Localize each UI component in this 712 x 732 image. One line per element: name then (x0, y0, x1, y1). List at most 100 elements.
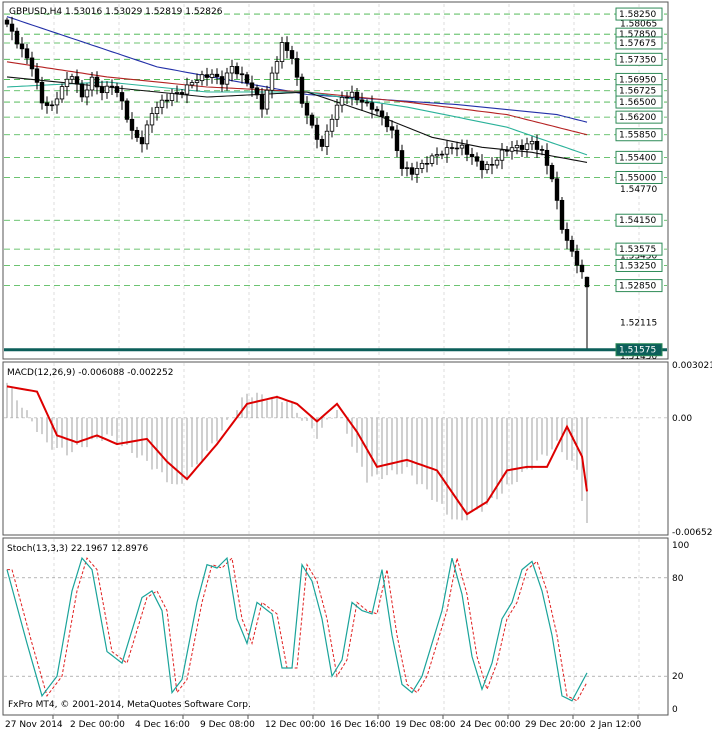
time-tick-label: 4 Dec 16:00 (135, 720, 190, 730)
stoch-tick-label: 80 (672, 574, 684, 584)
candle-body (514, 144, 520, 149)
candle-body (454, 147, 460, 150)
candle-body (379, 110, 385, 117)
candle-body (294, 58, 300, 78)
macd-panel-title: MACD(12,26,9) -0.006088 -0.002252 (7, 368, 173, 378)
level-badge-label: 1.56725 (619, 87, 656, 97)
candle-body (424, 162, 430, 165)
candle-body (459, 144, 465, 149)
candle-body (79, 83, 85, 98)
candle-body (384, 116, 390, 128)
level-badge-label: 1.53575 (619, 245, 656, 255)
candle-body (429, 155, 435, 164)
candle-body (159, 99, 165, 108)
macd-tick-label: 0.00 (672, 414, 692, 424)
candle-body (239, 73, 245, 76)
level-badge-label: 1.56950 (619, 75, 656, 85)
candle-body (199, 74, 205, 82)
candle-body (14, 30, 20, 45)
level-badge-label: 1.51575 (619, 346, 656, 356)
candle-body (4, 19, 10, 25)
level-badge-label: 1.56500 (619, 98, 656, 108)
candle-body (584, 276, 590, 288)
candle-body (519, 144, 525, 150)
candle-body (314, 124, 320, 140)
candle-body (569, 239, 575, 252)
candle-body (399, 150, 405, 169)
candle-body (119, 92, 125, 102)
candle-body (259, 94, 265, 110)
candle-body (549, 164, 555, 180)
candle-body (144, 124, 150, 145)
candle-body (299, 76, 305, 104)
candle-body (74, 76, 80, 85)
candle-body (369, 102, 375, 110)
chart-window: 1.580651.547701.534501.521151.514501.582… (2, 1, 712, 730)
candle-body (254, 87, 260, 96)
candle-body (94, 76, 100, 88)
time-tick-label: 2 Jan 12:00 (590, 720, 642, 730)
level-badge-label: 1.58250 (619, 10, 656, 20)
candle-body (19, 43, 25, 50)
level-badge-label: 1.57675 (619, 39, 656, 49)
level-badge-label: 1.55000 (619, 173, 656, 183)
level-badge-label: 1.57350 (619, 55, 656, 65)
candle-body (564, 229, 570, 241)
time-tick-label: 29 Dec 20:00 (525, 720, 586, 730)
candle-body (279, 42, 285, 62)
candle-body (39, 81, 45, 104)
candle-body (374, 108, 380, 112)
candle-body (204, 74, 210, 78)
candle-body (214, 73, 220, 77)
candle-body (209, 73, 215, 78)
candle-body (449, 147, 455, 149)
candle-body (64, 78, 70, 87)
candle-body (394, 129, 400, 151)
candle-body (134, 129, 140, 138)
level-badge-label: 1.56200 (619, 113, 656, 123)
candle-body (54, 98, 60, 106)
candle-body (9, 23, 15, 32)
time-tick-label: 9 Dec 08:00 (200, 720, 255, 730)
level-badge-label: 1.54150 (619, 216, 656, 226)
price-panel-frame (2, 1, 669, 360)
candle-body (324, 130, 330, 147)
candle-body (414, 168, 420, 175)
candle-body (504, 149, 510, 152)
candle-body (434, 154, 440, 157)
candle-body (34, 68, 40, 83)
candle-body (469, 153, 475, 158)
price-panel-title: GBPUSD,H4 1.53016 1.53029 1.52819 1.5282… (9, 7, 223, 17)
candle-body (89, 76, 95, 91)
candle-body (354, 91, 360, 101)
candle-body (534, 140, 540, 150)
candle-body (439, 153, 445, 156)
candle-body (29, 57, 35, 70)
candle-body (109, 85, 115, 88)
candle-body (339, 96, 345, 106)
candle-body (244, 74, 250, 84)
time-axis: 27 Nov 2014 2 Dec 00:00 4 Dec 16:00 9 Dec 0… (5, 715, 642, 730)
level-badge-label: 1.52850 (619, 282, 656, 292)
candle-body (139, 137, 145, 145)
macd-panel-frame (2, 361, 669, 536)
candle-body (124, 100, 130, 120)
candle-body (419, 162, 425, 169)
candle-body (319, 138, 325, 147)
candle-body (499, 149, 505, 161)
stoch-axis: 100 80 20 0 (672, 541, 689, 715)
candle-body (544, 149, 550, 166)
macd-tick-label: 0.003021 (672, 361, 712, 371)
candle-body (444, 147, 450, 155)
candle-body (24, 48, 30, 59)
candle-body (84, 89, 90, 98)
candle-body (574, 250, 580, 266)
candle-body (184, 84, 190, 95)
candle-body (554, 178, 560, 201)
candle-body (99, 86, 105, 94)
candle-body (179, 92, 185, 95)
candle-body (169, 93, 175, 101)
candle-body (59, 86, 65, 100)
copyright-text: FxPro MT4, © 2001-2014, MetaQuotes Softw… (8, 700, 251, 710)
candle-body (189, 82, 195, 86)
